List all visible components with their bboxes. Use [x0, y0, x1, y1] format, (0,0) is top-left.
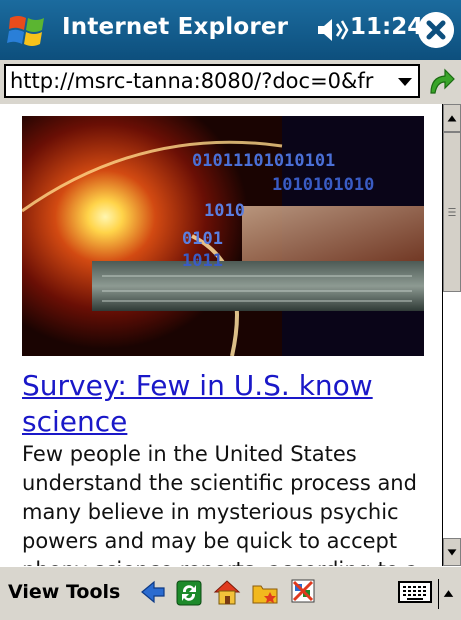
vertical-scrollbar[interactable]: [442, 104, 461, 566]
scroll-down-icon[interactable]: [443, 538, 461, 566]
address-input[interactable]: http://msrc-tanna:8080/?doc=0&fr: [4, 64, 420, 98]
show-pictures-icon[interactable]: [288, 576, 318, 608]
address-bar: http://msrc-tanna:8080/?doc=0&fr: [0, 60, 461, 104]
article-image[interactable]: 01011101010101 1010101010 1010 0101 1011: [22, 116, 424, 356]
clock[interactable]: 11:24: [350, 14, 423, 40]
article-headline-link[interactable]: Survey: Few in U.S. know science: [22, 368, 432, 440]
refresh-icon[interactable]: [174, 576, 204, 608]
tools-menu[interactable]: Tools: [66, 581, 120, 603]
close-icon[interactable]: [418, 12, 454, 48]
image-binary-line-4: 0101: [182, 229, 223, 249]
favorites-icon[interactable]: [250, 576, 280, 608]
keyboard-icon[interactable]: [398, 579, 432, 605]
chevron-down-icon[interactable]: [392, 66, 418, 96]
speaker-icon[interactable]: [316, 16, 350, 44]
title-bar: Internet Explorer 11:24: [0, 0, 461, 60]
home-icon[interactable]: [212, 576, 242, 608]
image-binary-line-2: 1010101010: [272, 175, 374, 195]
scroll-thumb[interactable]: [443, 132, 461, 292]
windows-flag-icon[interactable]: [6, 10, 50, 50]
menu-bar: View Tools: [0, 566, 461, 620]
scroll-up-icon[interactable]: [443, 104, 461, 132]
chevron-up-icon[interactable]: [438, 579, 458, 609]
go-arrow-icon[interactable]: [425, 65, 457, 99]
view-menu[interactable]: View: [8, 581, 59, 603]
image-binary-line-3: 1010: [204, 201, 245, 221]
app-title: Internet Explorer: [62, 14, 289, 40]
address-url: http://msrc-tanna:8080/?doc=0&fr: [10, 69, 374, 93]
page-content[interactable]: 01011101010101 1010101010 1010 0101 1011…: [0, 104, 442, 566]
article-summary: Few people in the United States understa…: [22, 442, 418, 566]
image-binary-line-1: 01011101010101: [192, 151, 335, 171]
image-binary-line-5: 1011: [182, 251, 223, 271]
back-icon[interactable]: [138, 576, 168, 608]
